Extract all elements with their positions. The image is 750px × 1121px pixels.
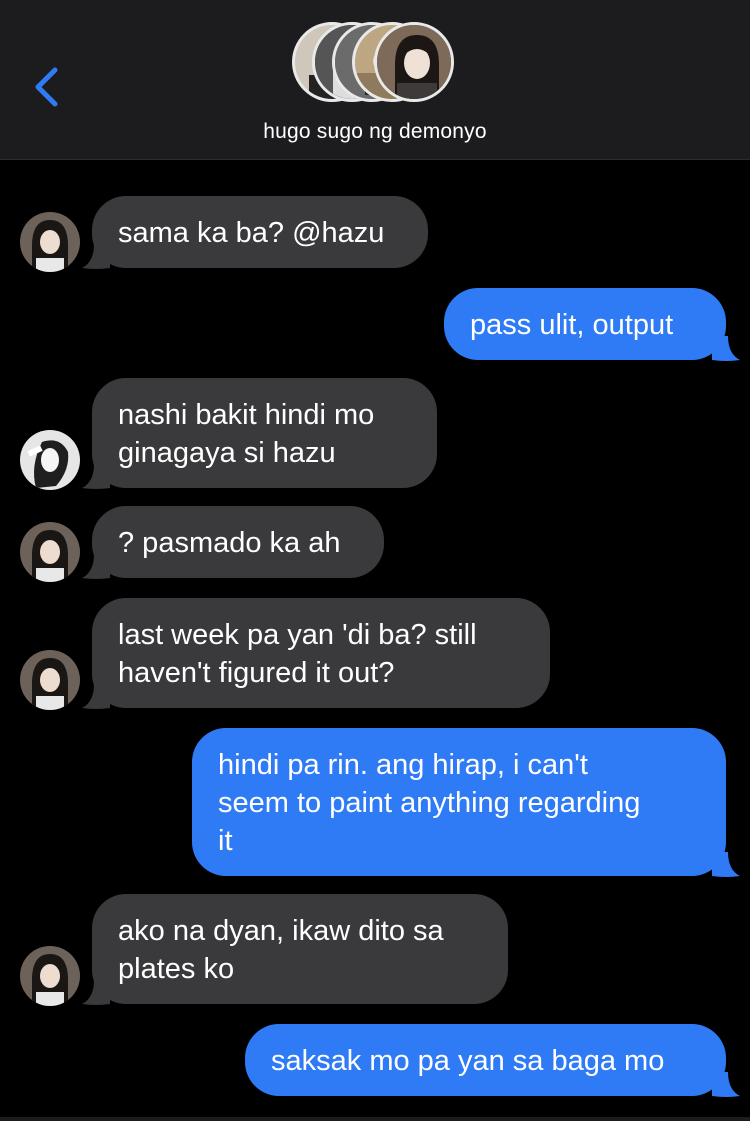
bottom-edge <box>0 1117 750 1121</box>
outgoing-message-bubble[interactable]: pass ulit, output <box>444 288 726 360</box>
sender-avatar[interactable] <box>20 946 80 1006</box>
incoming-message-bubble[interactable]: nashi bakit hindi mo ginagaya si hazu <box>92 378 437 488</box>
conversation-header: hugo sugo ng demonyo <box>0 0 750 160</box>
bubble-tail <box>82 684 110 709</box>
bubble-tail <box>82 554 110 579</box>
message-text-line: plates ko <box>118 953 235 985</box>
message-text-line: nashi bakit hindi mo <box>118 399 375 431</box>
sender-avatar[interactable] <box>20 430 80 490</box>
message-text-line: it <box>218 825 233 857</box>
sender-avatar[interactable] <box>20 522 80 582</box>
back-button[interactable] <box>28 62 68 112</box>
outgoing-message-bubble[interactable]: hindi pa rin. ang hirap, i can't seem to… <box>192 728 726 876</box>
incoming-message-bubble[interactable]: last week pa yan 'di ba? still haven't f… <box>92 598 550 708</box>
bubble-tail <box>712 852 740 877</box>
message-text: pass ulit, output <box>470 309 674 341</box>
sender-avatar[interactable] <box>20 650 80 710</box>
bubble-tail <box>712 336 740 361</box>
sender-avatar[interactable] <box>20 212 80 272</box>
message-text-line: haven't figured it out? <box>118 657 395 689</box>
incoming-message-bubble[interactable]: sama ka ba? @hazu <box>92 196 428 268</box>
incoming-message-bubble[interactable]: ? pasmado ka ah <box>92 506 384 578</box>
chevron-left-icon <box>35 67 58 107</box>
message-text-line: last week pa yan 'di ba? still <box>118 619 477 651</box>
message-text-line: seem to paint anything regarding <box>218 787 641 819</box>
bubble-tail <box>82 244 110 269</box>
group-avatars[interactable] <box>292 22 462 108</box>
group-name[interactable]: hugo sugo ng demonyo <box>0 120 750 144</box>
bubble-tail <box>82 980 110 1005</box>
group-avatar-5 <box>374 22 454 102</box>
message-text-line: ginagaya si hazu <box>118 437 336 469</box>
message-text-line: hindi pa rin. ang hirap, i can't <box>218 749 588 781</box>
message-thread[interactable]: sama ka ba? @hazu pass ulit, output nash… <box>0 160 750 1121</box>
message-text: saksak mo pa yan sa baga mo <box>271 1045 665 1077</box>
message-text-line: ako na dyan, ikaw dito sa <box>118 915 444 947</box>
message-text: ? pasmado ka ah <box>118 527 341 559</box>
message-text: sama ka ba? @hazu <box>118 217 385 249</box>
bubble-tail <box>82 464 110 489</box>
incoming-message-bubble[interactable]: ako na dyan, ikaw dito sa plates ko <box>92 894 508 1004</box>
outgoing-message-bubble[interactable]: saksak mo pa yan sa baga mo <box>245 1024 726 1096</box>
bubble-tail <box>712 1072 740 1097</box>
